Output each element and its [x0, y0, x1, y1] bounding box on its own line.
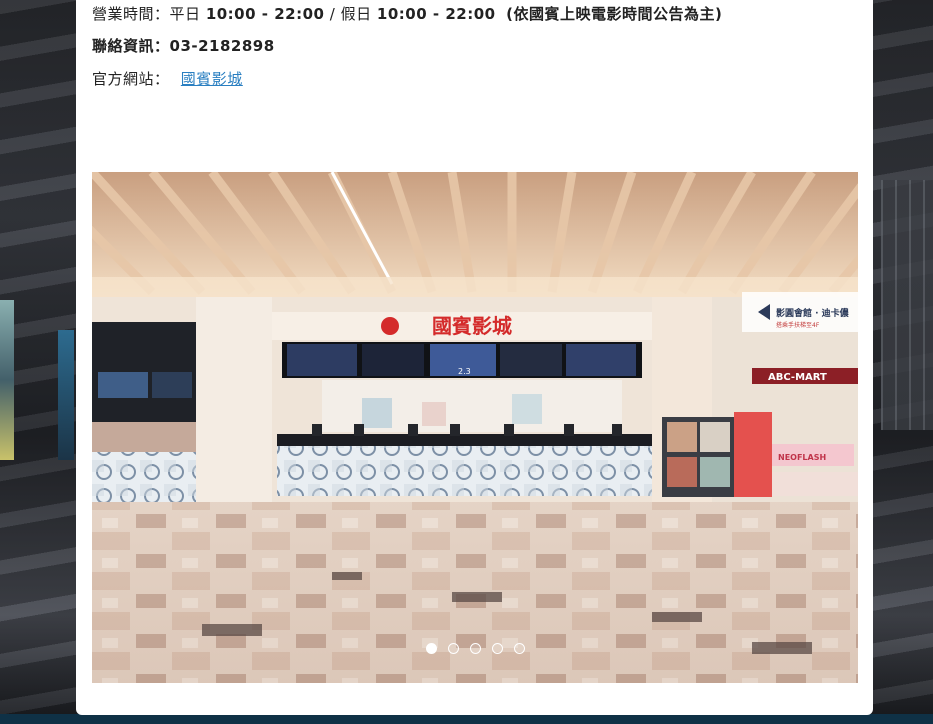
- carousel-dot-1[interactable]: [425, 643, 437, 654]
- background-wall: [881, 180, 933, 430]
- website-label: 官方網站：: [92, 70, 170, 88]
- official-website: 官方網站： 國賓影城: [92, 68, 243, 89]
- weekday-hours: 10:00 - 22:00: [205, 5, 325, 23]
- hours-label: 營業時間：: [92, 5, 170, 23]
- direction-sign: 影圓會館 · 迪卡儂: [776, 307, 850, 319]
- weekday-label: 平日: [169, 5, 201, 23]
- shop-sign: NEOFLASH: [778, 453, 826, 462]
- background-screen: [0, 300, 14, 460]
- holiday-label: 假日: [340, 5, 372, 23]
- cinema-sign: 國賓影城: [432, 314, 512, 338]
- venue-photo-illustration: 國賓影城 2.3 ABC-MART 影圓會館 · 迪卡儂 搭乘手扶梯至4F NE…: [92, 172, 858, 683]
- holiday-hours: 10:00 - 22:00: [376, 5, 496, 23]
- carousel-indicators: [92, 643, 858, 654]
- carousel-dot-5[interactable]: [513, 643, 525, 654]
- hours-separator: /: [329, 5, 336, 23]
- store-sign: ABC-MART: [768, 372, 827, 383]
- contact-info: 聯絡資訊：03-2182898: [92, 35, 275, 56]
- contact-label: 聯絡資訊：: [92, 37, 170, 55]
- phone-number: 03-2182898: [169, 37, 275, 55]
- website-link[interactable]: 國賓影城: [181, 70, 243, 88]
- carousel-dot-4[interactable]: [491, 643, 503, 654]
- hours-note: (依國賓上映電影時間公告為主): [506, 5, 723, 23]
- carousel-dot-3[interactable]: [469, 643, 481, 654]
- business-hours: 營業時間：平日 10:00 - 22:00 / 假日 10:00 - 22:00…: [92, 3, 722, 24]
- footer-strip: [0, 714, 933, 724]
- content-card: 營業時間：平日 10:00 - 22:00 / 假日 10:00 - 22:00…: [76, 0, 873, 715]
- poster-caption: 2.3: [458, 367, 471, 376]
- background-screen: [58, 330, 74, 460]
- venue-photo[interactable]: 國賓影城 2.3 ABC-MART 影圓會館 · 迪卡儂 搭乘手扶梯至4F NE…: [92, 172, 858, 683]
- carousel-dot-2[interactable]: [447, 643, 459, 654]
- direction-sub: 搭乘手扶梯至4F: [776, 321, 820, 329]
